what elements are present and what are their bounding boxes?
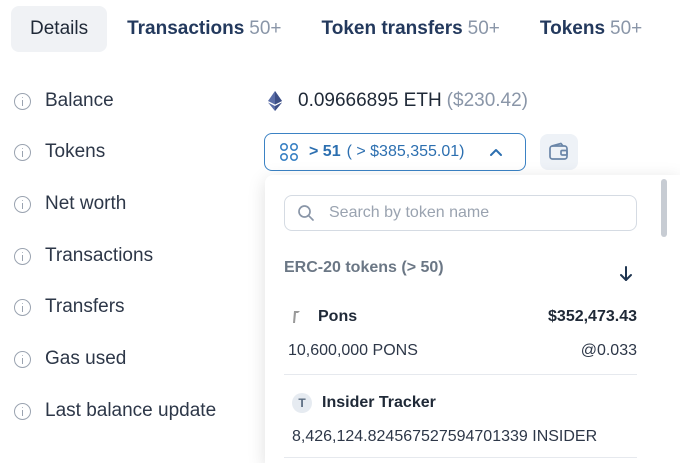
tab-label: Token transfers <box>321 18 463 39</box>
tab-transactions[interactable]: Transactions 50+ <box>127 6 281 52</box>
detail-label: Net worth <box>45 193 127 214</box>
token-list-item[interactable]: T Insider Tracker 8,426,124.824567527594… <box>284 392 637 448</box>
tab-token-transfers[interactable]: Token transfers 50+ <box>322 6 500 52</box>
token-quantity: 8,426,124.824567527594701339 INSIDER <box>292 428 598 445</box>
detail-label: Balance <box>45 90 114 111</box>
section-title: ERC-20 tokens (> 50) <box>284 259 444 276</box>
balance-usd: ($230.42) <box>446 90 529 111</box>
token-name: Insider Tracker <box>322 394 436 411</box>
info-icon[interactable] <box>14 402 31 420</box>
tokens-total: ( > $385,355.01) <box>346 143 465 160</box>
tab-details[interactable]: Details <box>11 6 108 52</box>
pons-token-icon <box>292 310 302 324</box>
detail-row-balance: Balance <box>14 87 114 115</box>
detail-label: Gas used <box>45 348 127 369</box>
tokens-count: > 51 <box>309 143 341 160</box>
info-icon[interactable] <box>14 350 31 368</box>
sort-arrow-down-icon[interactable] <box>618 265 634 283</box>
tab-bar: Details Transactions 50+ Token transfers… <box>11 6 642 52</box>
balance-amount: 0.09666895 ETH <box>298 90 442 111</box>
token-value: $352,473.43 <box>548 308 637 325</box>
divider <box>284 457 637 458</box>
detail-label: Transactions <box>45 245 154 266</box>
info-icon[interactable] <box>14 92 31 110</box>
info-icon[interactable] <box>14 247 31 265</box>
detail-row-last-balance-update: Last balance update <box>14 397 216 425</box>
info-icon[interactable] <box>14 298 31 316</box>
tab-label: Details <box>30 18 89 39</box>
detail-row-net-worth: Net worth <box>14 190 126 218</box>
tab-label: Transactions <box>127 18 245 39</box>
token-letter-icon: T <box>292 393 312 413</box>
token-list-item[interactable]: Pons $352,473.43 10,600,000 PONS @0.033 <box>284 306 637 362</box>
detail-label: Transfers <box>45 296 125 317</box>
scrollbar-thumb[interactable] <box>661 179 667 237</box>
search-icon <box>297 204 315 222</box>
info-icon[interactable] <box>14 143 31 161</box>
detail-label: Last balance update <box>45 400 217 421</box>
wallet-icon <box>548 142 570 162</box>
detail-row-gas-used: Gas used <box>14 345 126 373</box>
balance-value: 0.09666895 ETH ($230.42) <box>268 87 528 115</box>
token-price: @0.033 <box>580 342 637 359</box>
token-quantity: 10,600,000 PONS <box>288 342 418 359</box>
token-search-input[interactable] <box>329 204 619 222</box>
tab-count: 50+ <box>467 18 500 39</box>
token-search-box[interactable] <box>284 195 637 231</box>
tokens-dropdown-panel: ERC-20 tokens (> 50) Pons $352,473.43 10… <box>265 175 680 463</box>
chevron-up-icon <box>489 145 503 159</box>
detail-row-transfers: Transfers <box>14 293 125 321</box>
tokens-dropdown-button[interactable]: > 51 ( > $385,355.01) <box>264 133 526 171</box>
tokens-grid-icon <box>279 142 299 162</box>
detail-label: Tokens <box>45 141 106 162</box>
tab-count: 50+ <box>610 18 643 39</box>
info-icon[interactable] <box>14 195 31 213</box>
tab-tokens[interactable]: Tokens 50+ <box>540 6 642 52</box>
wallet-button[interactable] <box>540 134 578 170</box>
detail-row-transactions: Transactions <box>14 242 153 270</box>
tab-label: Tokens <box>539 18 606 39</box>
tab-count: 50+ <box>249 18 282 39</box>
token-name: Pons <box>318 308 358 325</box>
detail-row-tokens: Tokens <box>14 138 105 166</box>
ethereum-icon <box>268 91 282 111</box>
divider <box>284 374 637 375</box>
